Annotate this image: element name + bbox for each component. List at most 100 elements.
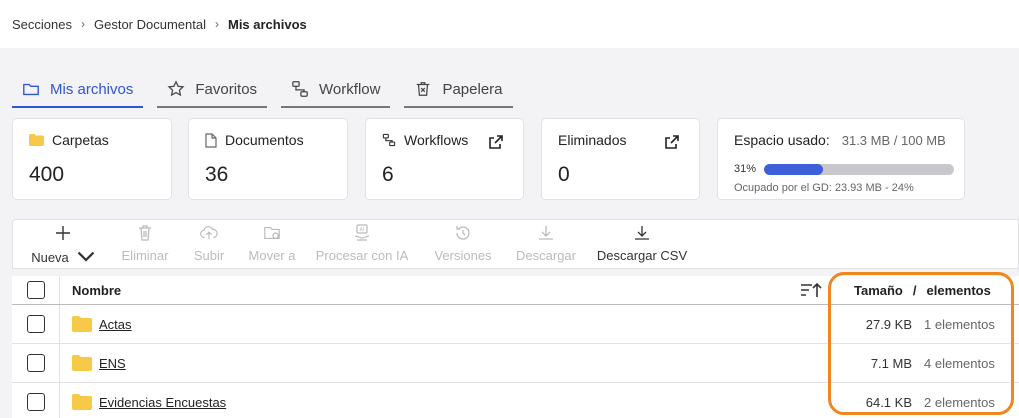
history-icon: [456, 226, 470, 240]
process-ai-label: Procesar con IA: [315, 248, 409, 263]
star-icon: [167, 80, 185, 97]
size-cell: 27.9 KB 1 elementos: [836, 305, 1019, 343]
download-csv-button[interactable]: Descargar CSV: [587, 220, 697, 268]
sort-ascending-icon[interactable]: [800, 281, 822, 299]
tab-papelera[interactable]: Papelera: [404, 78, 513, 108]
tab-label: Mis archivos: [50, 80, 134, 98]
row-select-cell: [12, 383, 60, 418]
size-cell: 64.1 KB 2 elementos: [836, 383, 1019, 418]
folder-link[interactable]: Actas: [99, 317, 132, 332]
folder-link[interactable]: Evidencias Encuestas: [99, 395, 226, 410]
download-label: Descargar: [516, 248, 576, 263]
card-workflows[interactable]: Workflows 6: [365, 118, 524, 200]
breadcrumb-separator: ›: [214, 17, 219, 31]
row-checkbox[interactable]: [26, 354, 45, 372]
card-value: 400: [29, 163, 65, 186]
external-link-icon[interactable]: [665, 135, 679, 149]
external-link-icon[interactable]: [489, 135, 503, 149]
elements-value: 4 elementos: [924, 355, 995, 371]
breadcrumb-item-gestor[interactable]: Gestor Documental: [94, 17, 206, 32]
gd-usage-text: Ocupado por el GD: 23.93 MB - 24%: [734, 182, 914, 194]
download-icon: [635, 226, 649, 240]
select-all-checkbox[interactable]: [26, 281, 45, 299]
tab-mis-archivos[interactable]: Mis archivos: [12, 78, 144, 108]
card-label-row: Workflows: [382, 132, 468, 148]
breadcrumb-item-secciones[interactable]: Secciones: [12, 17, 72, 32]
upload-button[interactable]: Subir: [177, 220, 241, 268]
table-header: Nombre Tamaño / elementos: [12, 276, 1019, 305]
row-checkbox[interactable]: [26, 393, 45, 411]
size-value: 27.9 KB: [865, 316, 912, 332]
trash-icon: [417, 82, 430, 96]
card-carpetas: Carpetas 400: [12, 118, 172, 200]
move-label: Mover a: [248, 248, 296, 263]
folder-move-icon: [264, 227, 280, 239]
name-header-cell[interactable]: Nombre: [60, 276, 836, 304]
download-csv-label: Descargar CSV: [596, 248, 688, 263]
size-cell: 7.1 MB 4 elementos: [836, 344, 1019, 382]
card-label: Carpetas: [52, 132, 109, 148]
file-table: Nombre Tamaño / elementos Actas 27.9 KB …: [12, 276, 1019, 418]
progress-bar: [764, 163, 955, 175]
download-button[interactable]: Descargar: [505, 220, 587, 268]
name-column-header: Nombre: [72, 282, 122, 298]
process-ai-button[interactable]: AI Procesar con IA: [303, 220, 421, 268]
elements-column-header: elementos: [926, 282, 991, 298]
card-label-row: Espacio usado: 31.3 MB / 100 MB: [734, 132, 946, 148]
tab-label: Workflow: [319, 80, 381, 98]
storage-progress: 31%: [734, 163, 955, 175]
card-label-row: Eliminados: [558, 132, 626, 148]
tabs: Mis archivos Favoritos Workflow Papelera: [12, 78, 513, 108]
versions-button[interactable]: Versiones: [421, 220, 505, 268]
new-label: Nueva: [31, 249, 69, 265]
card-label: Eliminados: [558, 132, 627, 148]
tab-favoritos[interactable]: Favoritos: [157, 78, 268, 108]
breadcrumb-current: Mis archivos: [227, 16, 307, 32]
cloud-upload-icon: [200, 226, 218, 240]
folder-icon: [29, 134, 44, 146]
card-label: Workflows: [404, 132, 469, 148]
table-row[interactable]: Evidencias Encuestas 64.1 KB 2 elementos: [12, 383, 1019, 418]
name-cell: Evidencias Encuestas: [60, 383, 836, 418]
folder-icon: [72, 355, 92, 371]
row-select-cell: [12, 344, 60, 382]
move-button[interactable]: Mover a: [241, 220, 303, 268]
select-all-cell: [12, 276, 60, 304]
document-icon: [205, 132, 217, 148]
elements-value: 2 elementos: [924, 394, 995, 410]
tab-workflow[interactable]: Workflow: [281, 78, 391, 108]
workflow-icon: [382, 133, 396, 147]
plus-icon: [56, 226, 70, 240]
table-row[interactable]: Actas 27.9 KB 1 elementos: [12, 305, 1019, 344]
trash-icon: [139, 225, 151, 241]
name-cell: Actas: [60, 305, 836, 343]
row-select-cell: [12, 305, 60, 343]
card-value: 36: [205, 163, 229, 186]
size-header-cell[interactable]: Tamaño / elementos: [836, 276, 1019, 304]
storage-usage-text: 31.3 MB / 100 MB: [841, 132, 946, 148]
new-button[interactable]: Nueva: [13, 220, 113, 268]
chevron-down-icon: [77, 251, 95, 262]
tab-label: Papelera: [442, 80, 503, 98]
size-value: 7.1 MB: [870, 355, 912, 371]
breadcrumb: Secciones › Gestor Documental › Mis arch…: [0, 0, 1019, 48]
card-eliminados[interactable]: Eliminados 0: [541, 118, 700, 200]
table-row[interactable]: ENS 7.1 MB 4 elementos: [12, 344, 1019, 383]
card-label-row: Documentos: [205, 132, 304, 148]
size-column-header: Tamaño: [854, 282, 903, 298]
elements-value: 1 elementos: [924, 316, 995, 332]
delete-button[interactable]: Eliminar: [113, 220, 177, 268]
folder-link[interactable]: ENS: [99, 356, 126, 371]
workflow-icon: [292, 81, 308, 97]
download-icon: [539, 226, 553, 240]
card-value: 0: [558, 163, 570, 186]
folder-icon: [23, 83, 39, 96]
row-checkbox[interactable]: [26, 315, 45, 333]
ai-icon: AI: [354, 224, 370, 241]
versions-label: Versiones: [434, 248, 492, 263]
card-espacio-usado: Espacio usado: 31.3 MB / 100 MB 31% Ocup…: [717, 118, 965, 200]
tab-label: Favoritos: [195, 80, 258, 98]
card-label: Documentos: [225, 132, 304, 148]
card-documentos: Documentos 36: [188, 118, 348, 200]
name-cell: ENS: [60, 344, 836, 382]
